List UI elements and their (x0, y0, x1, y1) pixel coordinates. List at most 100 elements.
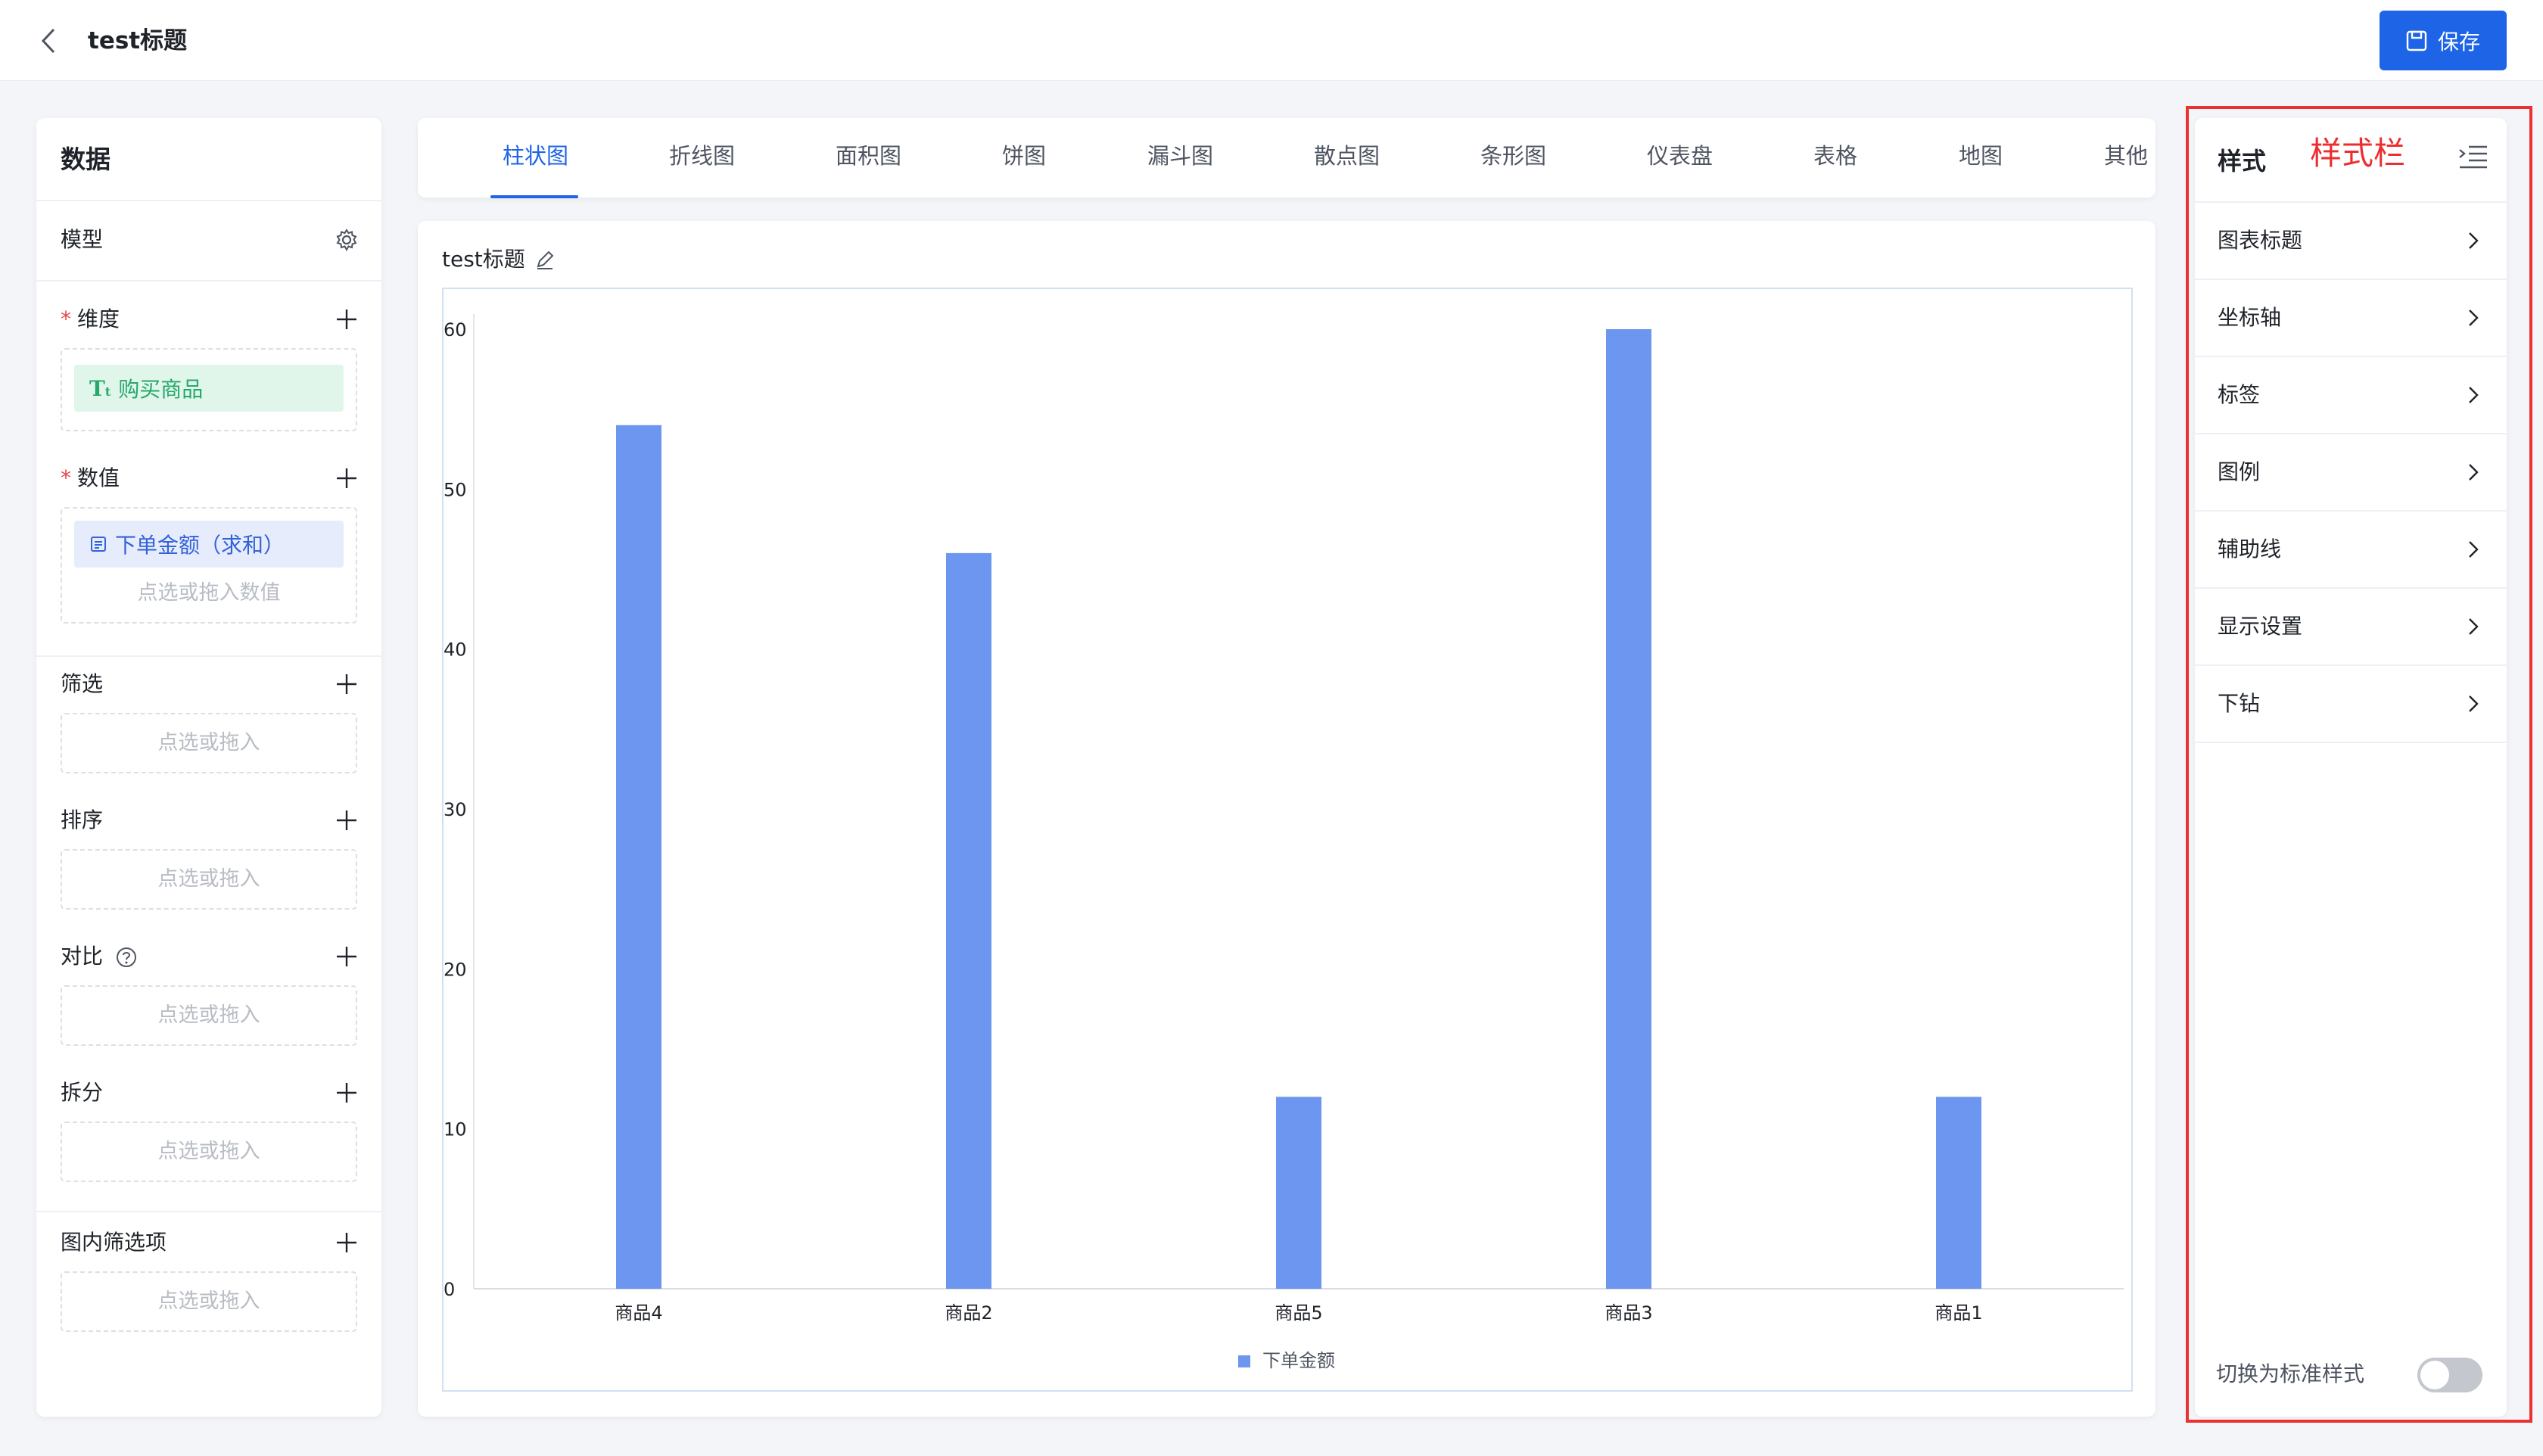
style-item-label: 标签 (2218, 382, 2261, 407)
tab-line-chart[interactable]: 折线图 (669, 140, 735, 172)
add-compare-button[interactable] (331, 941, 362, 972)
add-filter-button[interactable] (331, 669, 362, 699)
style-item-label: 图表标题 (2218, 228, 2303, 253)
list-indent-icon (2459, 145, 2487, 169)
style-item-label: 下钻 (2218, 691, 2261, 716)
style-item-label: 显示设置 (2218, 614, 2303, 639)
chevron-right-icon (2460, 536, 2487, 563)
add-value-button[interactable] (331, 463, 362, 493)
active-tab-indicator (490, 195, 578, 198)
style-item-chart-title[interactable]: 图表标题 (2195, 201, 2507, 278)
divider (2195, 742, 2507, 743)
number-type-icon (91, 537, 106, 552)
dimension-chip-label: 购买商品 (118, 377, 204, 402)
inner-filter-dropzone[interactable]: 点选或拖入 (61, 1271, 357, 1332)
dimension-chip[interactable]: Tt 购买商品 (74, 365, 344, 412)
split-label: 拆分 (61, 1080, 104, 1105)
tab-pie-chart[interactable]: 饼图 (1002, 140, 1046, 172)
legend-swatch (1238, 1355, 1250, 1367)
sort-dropzone[interactable]: 点选或拖入 (61, 849, 357, 910)
model-settings-button[interactable] (331, 225, 362, 255)
tab-table[interactable]: 表格 (1813, 140, 1857, 172)
filter-dropzone[interactable]: 点选或拖入 (61, 713, 357, 773)
filter-drop-hint: 点选或拖入 (157, 731, 260, 754)
style-item-label: 辅助线 (2218, 537, 2282, 562)
legend-label: 下单金额 (1262, 1350, 1335, 1371)
sort-label: 排序 (61, 807, 104, 832)
back-button[interactable] (33, 26, 64, 56)
add-inner-filter-button[interactable] (331, 1227, 362, 1258)
y-tick-label: 0 (444, 1279, 455, 1300)
y-tick-label: 50 (444, 479, 467, 500)
value-label: * 数值 (61, 465, 120, 490)
filter-label: 筛选 (61, 671, 104, 696)
tab-map[interactable]: 地图 (1959, 140, 2003, 172)
bar (1606, 329, 1651, 1289)
plus-icon (337, 1083, 356, 1103)
inner-filter-label: 图内筛选项 (61, 1230, 167, 1255)
y-tick-label: 10 (444, 1119, 467, 1140)
chevron-right-icon (2460, 381, 2487, 409)
tab-funnel-chart[interactable]: 漏斗图 (1147, 140, 1213, 172)
plus-icon (337, 310, 356, 329)
value-drop-hint: 点选或拖入数值 (137, 581, 281, 605)
style-item-display-settings[interactable]: 显示设置 (2195, 587, 2507, 664)
y-tick-label: 20 (444, 959, 467, 980)
tab-bar-chart[interactable]: 柱状图 (503, 140, 568, 172)
bar (616, 425, 661, 1289)
chart-title: test标题 (442, 244, 556, 275)
tab-other[interactable]: 其他 (2104, 140, 2148, 172)
plus-icon (337, 1233, 356, 1252)
bar (946, 552, 991, 1289)
divider (36, 280, 381, 282)
save-button[interactable]: 保存 (2380, 11, 2507, 70)
value-dropzone[interactable]: 下单金额（求和） 点选或拖入数值 (61, 507, 357, 624)
style-item-axis[interactable]: 坐标轴 (2195, 278, 2507, 356)
inner-filter-drop-hint: 点选或拖入 (157, 1290, 260, 1313)
gear-icon (336, 229, 357, 251)
tab-horizontal-bar-chart[interactable]: 条形图 (1480, 140, 1546, 172)
plus-icon (337, 810, 356, 830)
split-dropzone[interactable]: 点选或拖入 (61, 1122, 357, 1182)
top-bar: test标题 保存 (0, 0, 2543, 81)
data-panel-title: 数据 (61, 145, 110, 174)
x-tick-label: 商品2 (945, 1302, 992, 1324)
bar (1276, 1097, 1321, 1289)
style-item-legend[interactable]: 图例 (2195, 433, 2507, 510)
chevron-right-icon (2460, 613, 2487, 640)
add-split-button[interactable] (331, 1078, 362, 1108)
tab-gauge[interactable]: 仪表盘 (1647, 140, 1713, 172)
compare-label: 对比 (61, 941, 137, 972)
x-tick-label: 商品3 (1605, 1302, 1652, 1324)
tab-area-chart[interactable]: 面积图 (836, 140, 901, 172)
plus-icon (337, 468, 356, 488)
y-tick-label: 60 (444, 319, 467, 341)
save-icon (2406, 30, 2427, 51)
edit-icon[interactable] (534, 249, 556, 270)
dimension-dropzone[interactable]: Tt 购买商品 (61, 348, 357, 431)
chevron-right-icon (2460, 459, 2487, 486)
x-tick-label: 商品5 (1275, 1302, 1322, 1324)
chevron-right-icon (2460, 304, 2487, 331)
style-panel-annotation: 样式栏 (2310, 135, 2406, 172)
value-chip[interactable]: 下单金额（求和） (74, 521, 344, 568)
divider (36, 1211, 381, 1212)
add-sort-button[interactable] (331, 805, 362, 835)
collapse-panel-button[interactable] (2455, 139, 2492, 176)
chevron-right-icon (2460, 690, 2487, 717)
sort-drop-hint: 点选或拖入 (157, 867, 260, 891)
plus-icon (337, 674, 356, 694)
help-icon[interactable] (116, 947, 137, 968)
style-item-drilldown[interactable]: 下钻 (2195, 664, 2507, 742)
standard-style-toggle-label: 切换为标准样式 (2216, 1361, 2365, 1386)
style-item-guide-line[interactable]: 辅助线 (2195, 510, 2507, 587)
x-tick-label: 商品4 (615, 1302, 662, 1324)
add-dimension-button[interactable] (331, 304, 362, 334)
dimension-label: * 维度 (61, 306, 120, 331)
style-item-label-settings[interactable]: 标签 (2195, 356, 2507, 433)
tab-scatter-chart[interactable]: 散点图 (1314, 140, 1380, 172)
value-chip-label: 下单金额（求和） (115, 533, 285, 558)
compare-dropzone[interactable]: 点选或拖入 (61, 985, 357, 1046)
standard-style-toggle[interactable] (2417, 1358, 2482, 1392)
bar (1936, 1097, 1981, 1289)
